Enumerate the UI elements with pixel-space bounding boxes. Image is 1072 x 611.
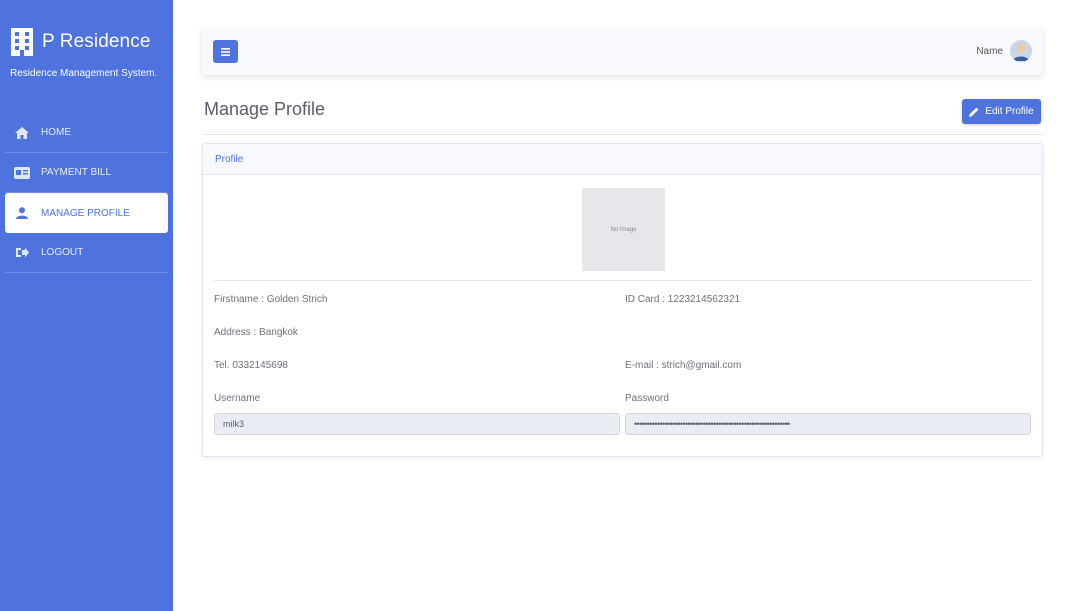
sidebar: P Residence Residence Management System.… [0, 0, 173, 611]
profile-card: Profile No Image Firstname : Golden Stri… [202, 143, 1043, 457]
photo-placeholder-text: No Image [610, 226, 637, 233]
app: P Residence Residence Management System.… [0, 0, 1072, 611]
page-title: Manage Profile [204, 99, 326, 119]
sidebar-toggle-button[interactable] [213, 40, 238, 63]
topbar: Name [202, 28, 1043, 75]
username-value: milk3 [223, 419, 245, 429]
sidebar-item-label: MANAGE PROFILE [41, 207, 130, 219]
firstname-text: Firstname : Golden Strich [214, 294, 328, 305]
building-icon [10, 28, 34, 56]
divider [202, 134, 1043, 135]
sidebar-item-home[interactable]: HOME [5, 113, 168, 153]
tel-text: Tel. 0332145698 [214, 360, 288, 371]
brand-subtitle: Residence Management System. [10, 68, 158, 79]
address-text: Address : Bangkok [214, 327, 298, 338]
brand[interactable]: P Residence [10, 28, 151, 56]
card-header: Profile [203, 144, 1042, 175]
sidebar-item-manage-profile[interactable]: MANAGE PROFILE [5, 193, 168, 233]
user-icon [14, 206, 30, 220]
sign-out-icon [14, 246, 30, 260]
sidebar-item-payment-bill[interactable]: PAYMENT BILL [5, 153, 168, 193]
id-card-icon [14, 166, 30, 180]
brand-name: P Residence [42, 31, 151, 52]
edit-profile-button[interactable]: Edit Profile [962, 99, 1041, 124]
sidebar-item-logout[interactable]: LOGOUT [5, 233, 168, 273]
sidebar-item-label: LOGOUT [41, 247, 84, 258]
menu-icon [221, 43, 230, 61]
home-icon [14, 126, 30, 140]
edit-profile-label: Edit Profile [985, 106, 1034, 117]
username-label: Username [214, 393, 261, 404]
divider [214, 280, 1032, 281]
password-field[interactable]: ••••••••••••••••••••••••••••••••••••••••… [625, 413, 1031, 435]
id-card-text: ID Card : 1223214562321 [625, 294, 741, 305]
user-name[interactable]: Name [976, 46, 1003, 57]
password-value: ••••••••••••••••••••••••••••••••••••••••… [634, 419, 790, 429]
password-label: Password [625, 393, 669, 404]
username-field[interactable]: milk3 [214, 413, 620, 435]
profile-photo: No Image [582, 188, 665, 271]
email-text: E-mail : strich@gmail.com [625, 360, 742, 371]
pencil-icon [969, 107, 979, 117]
avatar[interactable] [1010, 40, 1032, 62]
sidebar-item-label: HOME [41, 127, 71, 138]
sidebar-item-label: PAYMENT BILL [41, 167, 112, 178]
sidebar-nav: HOME PAYMENT BILL MANAGE PROFILE LOGOUT [5, 113, 168, 273]
